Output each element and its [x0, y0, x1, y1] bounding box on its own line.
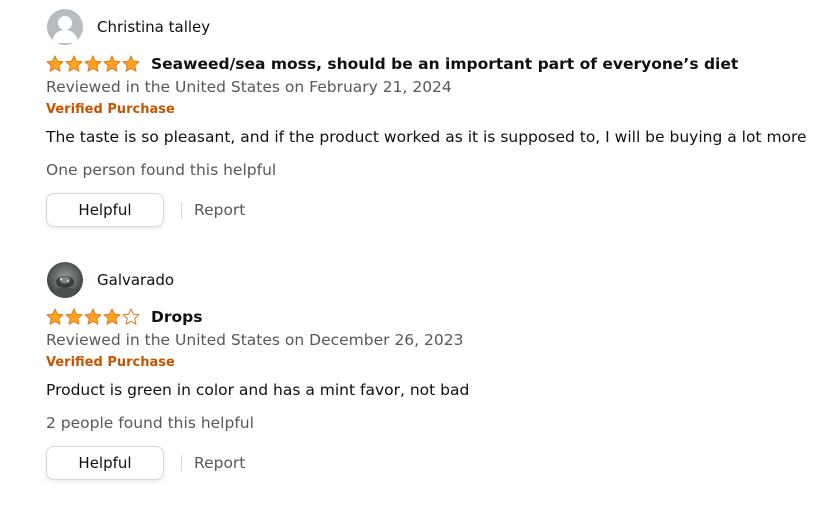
star-rating[interactable] — [46, 55, 140, 73]
star-filled-icon — [65, 308, 83, 326]
reviewer-profile[interactable]: Galvarado — [46, 262, 816, 298]
review-title[interactable]: Drops — [151, 308, 202, 326]
review-item: Galvarado Drops Reviewed in the United S… — [46, 262, 816, 480]
star-filled-icon — [46, 308, 64, 326]
star-filled-icon — [122, 55, 140, 73]
star-filled-icon — [46, 55, 64, 73]
review-date: Reviewed in the United States on Decembe… — [46, 331, 464, 349]
helpful-count: 2 people found this helpful — [46, 414, 254, 432]
photo-avatar-icon — [47, 262, 83, 298]
helpful-button[interactable]: Helpful — [46, 446, 164, 480]
divider — [181, 202, 182, 218]
star-filled-icon — [103, 55, 121, 73]
star-filled-icon — [84, 308, 102, 326]
avatar — [47, 9, 83, 45]
reviewer-profile[interactable]: Christina talley — [46, 9, 816, 45]
review-body: The taste is so pleasant, and if the pro… — [46, 128, 807, 146]
default-avatar-icon — [47, 9, 83, 45]
star-filled-icon — [65, 55, 83, 73]
divider — [181, 455, 182, 471]
star-filled-icon — [84, 55, 102, 73]
reviewer-name[interactable]: Galvarado — [97, 271, 174, 289]
verified-purchase-badge[interactable]: Verified Purchase — [46, 355, 816, 371]
review-item: Christina talley Seaweed/sea moss, shoul… — [46, 9, 816, 227]
star-filled-icon — [103, 308, 121, 326]
review-date: Reviewed in the United States on Februar… — [46, 78, 452, 96]
review-body: Product is green in color and has a mint… — [46, 381, 470, 399]
avatar — [47, 262, 83, 298]
star-empty-icon — [122, 308, 140, 326]
helpful-button[interactable]: Helpful — [46, 193, 164, 227]
verified-purchase-badge[interactable]: Verified Purchase — [46, 102, 816, 118]
report-link[interactable]: Report — [194, 201, 245, 219]
star-rating[interactable] — [46, 308, 140, 326]
reviewer-name[interactable]: Christina talley — [97, 18, 210, 36]
review-title[interactable]: Seaweed/sea moss, should be an important… — [151, 55, 738, 73]
report-link[interactable]: Report — [194, 454, 245, 472]
helpful-count: One person found this helpful — [46, 161, 277, 179]
